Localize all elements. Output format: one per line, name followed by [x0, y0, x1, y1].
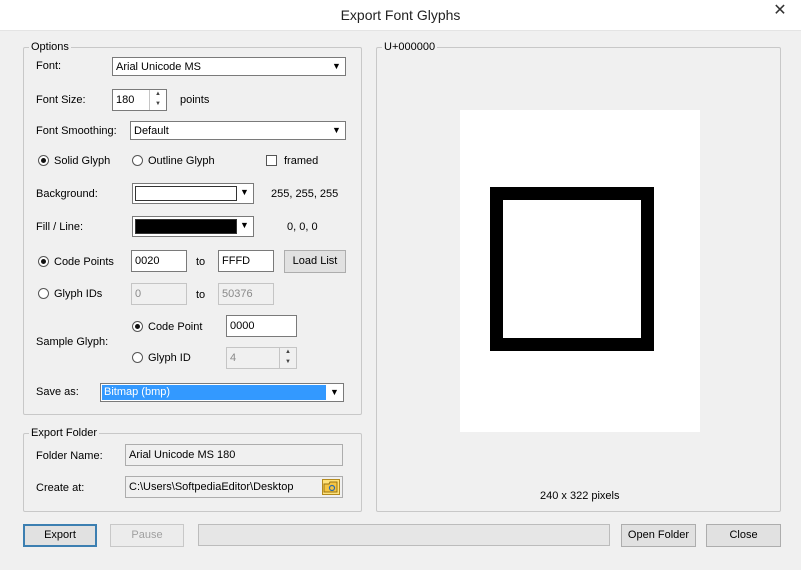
chevron-down-icon[interactable]: ▼	[327, 385, 342, 400]
title-bar: Export Font Glyphs ✕	[0, 0, 801, 31]
solid-glyph-label: Solid Glyph	[54, 155, 111, 167]
create-at-value: C:\Users\SoftpediaEditor\Desktop	[129, 481, 294, 493]
fill-color-swatch	[135, 219, 237, 234]
create-at-label: Create at:	[36, 482, 85, 494]
font-size-label: Font Size:	[36, 94, 86, 106]
font-smoothing-label: Font Smoothing:	[36, 125, 117, 137]
export-button[interactable]: Export	[23, 524, 97, 547]
spin-up-icon[interactable]: ▲	[280, 348, 296, 358]
save-as-label: Save as:	[36, 386, 79, 398]
create-at-field[interactable]: C:\Users\SoftpediaEditor\Desktop	[125, 476, 343, 498]
folder-name-value: Arial Unicode MS 180	[129, 449, 236, 461]
background-label: Background:	[36, 188, 98, 200]
glyph-ids-from-input[interactable]: 0	[131, 283, 187, 305]
window-title: Export Font Glyphs	[340, 7, 461, 23]
spin-down-icon[interactable]: ▼	[280, 358, 296, 368]
sample-glyph-id-value: 4	[230, 352, 237, 364]
fill-rgb: 0, 0, 0	[287, 221, 318, 233]
load-list-button[interactable]: Load List	[284, 250, 346, 273]
to-label: to	[196, 289, 206, 301]
fill-color-picker[interactable]: ▼	[132, 216, 254, 237]
solid-glyph-radio[interactable]	[38, 155, 49, 166]
chevron-down-icon[interactable]: ▼	[237, 218, 252, 233]
sample-glyph-label: Sample Glyph:	[36, 336, 109, 348]
preview-group-label: U+000000	[382, 41, 438, 53]
folder-name-field[interactable]: Arial Unicode MS 180	[125, 444, 343, 466]
folder-name-label: Folder Name:	[36, 450, 103, 462]
glyph-ids-radio[interactable]	[38, 288, 49, 299]
glyph-ids-to-value: 50376	[222, 288, 253, 300]
sample-code-point-value: 0000	[230, 320, 255, 332]
background-color-swatch	[135, 186, 237, 201]
code-points-radio[interactable]	[38, 256, 49, 267]
glyph-preview-canvas	[460, 110, 700, 432]
preview-size-text: 240 x 322 pixels	[540, 490, 620, 502]
framed-label: framed	[284, 155, 319, 167]
open-folder-button[interactable]: Open Folder	[621, 524, 696, 547]
sample-code-point-label: Code Point	[148, 321, 203, 333]
outline-glyph-radio[interactable]	[132, 155, 143, 166]
save-as-select[interactable]: Bitmap (bmp) ▼	[100, 383, 344, 402]
glyph-ids-label: Glyph IDs	[54, 288, 103, 300]
pause-button[interactable]: Pause	[110, 524, 184, 547]
to-label: to	[196, 256, 206, 268]
font-size-unit: points	[180, 94, 210, 106]
glyph-preview-square	[490, 187, 654, 351]
fill-line-label: Fill / Line:	[36, 221, 84, 233]
glyph-ids-from-value: 0	[135, 288, 142, 300]
chevron-down-icon[interactable]: ▼	[329, 59, 344, 74]
options-group-label: Options	[29, 41, 71, 53]
sample-glyph-id-label: Glyph ID	[148, 352, 191, 364]
close-window-icon[interactable]: ✕	[765, 1, 795, 21]
sample-glyph-id-spin[interactable]: ▲ ▼	[279, 348, 296, 368]
outline-glyph-label: Outline Glyph	[148, 155, 215, 167]
framed-checkbox[interactable]	[266, 155, 277, 166]
code-points-label: Code Points	[54, 256, 114, 268]
code-points-from-input[interactable]: 0020	[131, 250, 187, 272]
spin-down-icon[interactable]: ▼	[150, 100, 166, 110]
folder-browse-icon[interactable]	[322, 479, 340, 495]
close-button[interactable]: Close	[706, 524, 781, 547]
code-points-to-input[interactable]: FFFD	[218, 250, 274, 272]
code-points-from-value: 0020	[135, 255, 160, 267]
chevron-down-icon[interactable]: ▼	[237, 185, 252, 200]
font-label: Font:	[36, 60, 62, 72]
font-smoothing-select[interactable]: Default ▼	[130, 121, 346, 140]
save-as-value: Bitmap (bmp)	[102, 385, 326, 400]
export-font-glyphs-window: Export Font Glyphs ✕ Options Font: Arial…	[0, 0, 801, 570]
background-color-picker[interactable]: ▼	[132, 183, 254, 204]
sample-code-point-input[interactable]: 0000	[226, 315, 297, 337]
font-smoothing-value: Default	[134, 125, 169, 137]
export-progress-bar	[198, 524, 610, 546]
spin-up-icon[interactable]: ▲	[150, 90, 166, 100]
sample-glyph-id-stepper[interactable]: 4 ▲ ▼	[226, 347, 297, 369]
code-points-to-value: FFFD	[222, 255, 251, 267]
font-size-stepper[interactable]: 180 ▲ ▼	[112, 89, 167, 111]
font-size-spin[interactable]: ▲ ▼	[149, 90, 166, 110]
font-size-value: 180	[116, 94, 135, 106]
sample-glyph-id-radio[interactable]	[132, 352, 143, 363]
glyph-ids-to-input[interactable]: 50376	[218, 283, 274, 305]
export-folder-group-label: Export Folder	[29, 427, 100, 439]
font-select-value: Arial Unicode MS	[116, 61, 201, 73]
background-rgb: 255, 255, 255	[271, 188, 339, 200]
font-select[interactable]: Arial Unicode MS ▼	[112, 57, 346, 76]
chevron-down-icon[interactable]: ▼	[329, 123, 344, 138]
sample-code-point-radio[interactable]	[132, 321, 143, 332]
